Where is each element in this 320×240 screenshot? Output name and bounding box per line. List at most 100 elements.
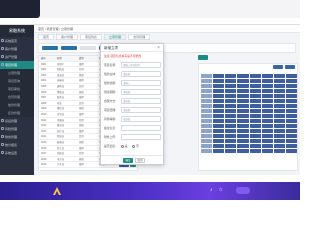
- grid-cell[interactable]: [201, 109, 213, 113]
- grid-cell[interactable]: [273, 99, 285, 103]
- grid-cell[interactable]: [201, 99, 213, 103]
- tab[interactable]: 合同管理: [128, 34, 151, 40]
- grid-cell[interactable]: [201, 94, 213, 98]
- grid-cell[interactable]: [201, 144, 213, 148]
- sidebar-item[interactable]: 风险管理: [0, 125, 34, 133]
- grid-cell[interactable]: [213, 89, 225, 93]
- form-input[interactable]: [121, 134, 161, 140]
- grid-cell[interactable]: [201, 89, 213, 93]
- grid-cell[interactable]: [213, 144, 225, 148]
- grid-cell[interactable]: [285, 144, 297, 148]
- grid-cell[interactable]: [285, 129, 297, 133]
- grid-cell[interactable]: [249, 89, 261, 93]
- grid-cell[interactable]: [225, 99, 237, 103]
- sidebar-item[interactable]: 还款管理: [0, 109, 34, 117]
- sidebar-item[interactable]: 项目查询: [0, 77, 34, 85]
- grid-cell[interactable]: [213, 94, 225, 98]
- grid-cell[interactable]: [249, 104, 261, 108]
- grid-cell[interactable]: [225, 79, 237, 83]
- form-input[interactable]: 请选择: [121, 71, 161, 77]
- grid-cell[interactable]: [201, 104, 213, 108]
- grid-cell[interactable]: [261, 144, 273, 148]
- grid-cell[interactable]: [213, 84, 225, 88]
- grid-cell[interactable]: [201, 84, 213, 88]
- grid-cell[interactable]: [249, 94, 261, 98]
- add-button[interactable]: [198, 55, 208, 60]
- grid-cell[interactable]: [249, 119, 261, 123]
- grid-cell[interactable]: [237, 74, 249, 78]
- grid-cell[interactable]: [201, 119, 213, 123]
- grid-cell[interactable]: [273, 84, 285, 88]
- filter-button[interactable]: [42, 46, 58, 50]
- form-input[interactable]: 请输入项目名称: [121, 62, 161, 68]
- form-input[interactable]: 请输入: [121, 80, 161, 86]
- grid-cell[interactable]: [249, 139, 261, 143]
- grid-cell[interactable]: [213, 109, 225, 113]
- grid-cell[interactable]: [225, 89, 237, 93]
- star-icon[interactable]: ☆: [219, 187, 223, 193]
- grid-cell[interactable]: [249, 79, 261, 83]
- grid-cell[interactable]: [225, 84, 237, 88]
- grid-cell[interactable]: [225, 149, 237, 153]
- grid-cell[interactable]: [273, 89, 285, 93]
- tab[interactable]: 项目列表: [80, 34, 103, 40]
- grid-cell[interactable]: [213, 99, 225, 103]
- grid-cell[interactable]: [273, 124, 285, 128]
- grid-cell[interactable]: [213, 119, 225, 123]
- grid-cell[interactable]: [237, 109, 249, 113]
- grid-cell[interactable]: [237, 99, 249, 103]
- grid-cell[interactable]: [225, 129, 237, 133]
- grid-cell[interactable]: [285, 79, 297, 83]
- grid-cell[interactable]: [225, 144, 237, 148]
- grid-cell[interactable]: [213, 129, 225, 133]
- grid-cell[interactable]: [261, 119, 273, 123]
- grid-cell[interactable]: [249, 149, 261, 153]
- grid-cell[interactable]: [237, 139, 249, 143]
- filter-button[interactable]: [61, 46, 77, 50]
- sidebar-item[interactable]: 系统首页: [0, 37, 34, 45]
- form-input[interactable]: 请选择: [121, 116, 161, 122]
- sidebar-item[interactable]: 项目审批: [0, 85, 34, 93]
- grid-cell[interactable]: [249, 124, 261, 128]
- radio-yes[interactable]: [121, 144, 124, 148]
- form-input[interactable]: 请选择: [121, 89, 161, 95]
- grid-cell[interactable]: [225, 94, 237, 98]
- grid-cell[interactable]: [273, 149, 285, 153]
- tab[interactable]: 客户管理: [56, 34, 79, 40]
- grid-cell[interactable]: [201, 134, 213, 138]
- grid-cell[interactable]: [249, 84, 261, 88]
- grid-cell[interactable]: [273, 129, 285, 133]
- tab[interactable]: 首页: [38, 34, 55, 40]
- sidebar-item[interactable]: 系统设置: [0, 149, 34, 157]
- grid-cell[interactable]: [237, 124, 249, 128]
- grid-cell[interactable]: [237, 89, 249, 93]
- grid-cell[interactable]: [237, 144, 249, 148]
- grid-cell[interactable]: [237, 134, 249, 138]
- sidebar-item[interactable]: 贷后管理: [0, 117, 34, 125]
- grid-cell[interactable]: [237, 79, 249, 83]
- grid-cell[interactable]: [237, 104, 249, 108]
- grid-cell[interactable]: [249, 109, 261, 113]
- radio-no[interactable]: [132, 144, 136, 148]
- grid-cell[interactable]: [213, 124, 225, 128]
- grid-cell[interactable]: [285, 109, 297, 113]
- grid-cell[interactable]: [237, 114, 249, 118]
- grid-cell[interactable]: [261, 109, 273, 113]
- grid-cell[interactable]: [249, 134, 261, 138]
- grid-cell[interactable]: [285, 99, 297, 103]
- grid-cell[interactable]: [201, 124, 213, 128]
- sidebar-item[interactable]: 放款管理: [0, 101, 34, 109]
- grid-cell[interactable]: [261, 114, 273, 118]
- grid-cell[interactable]: [285, 94, 297, 98]
- grid-cell[interactable]: [261, 99, 273, 103]
- grid-cell[interactable]: [213, 149, 225, 153]
- grid-cell[interactable]: [201, 129, 213, 133]
- bell-icon[interactable]: ♪: [210, 187, 213, 193]
- grid-cell[interactable]: [225, 104, 237, 108]
- sidebar-item[interactable]: 客户管理: [0, 45, 34, 53]
- grid-cell[interactable]: [225, 74, 237, 78]
- grid-cell[interactable]: [273, 114, 285, 118]
- grid-cell[interactable]: [261, 94, 273, 98]
- grid-cell[interactable]: [261, 104, 273, 108]
- grid-cell[interactable]: [201, 139, 213, 143]
